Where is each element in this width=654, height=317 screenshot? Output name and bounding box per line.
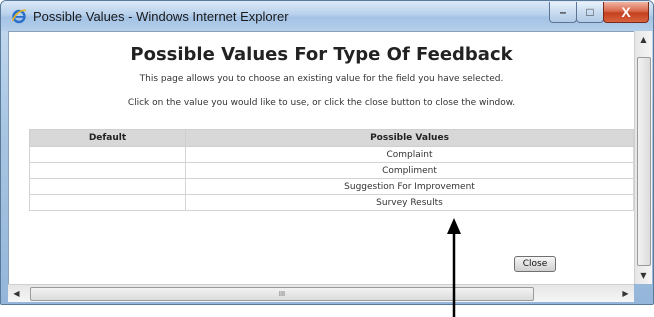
horizontal-scrollbar[interactable]: ◀ III ▶ — [8, 284, 634, 302]
vertical-scroll-thumb[interactable] — [637, 57, 651, 266]
value-link[interactable]: Complaint — [185, 146, 634, 163]
table-row[interactable]: Complaint — [29, 146, 634, 163]
scroll-right-icon[interactable]: ▶ — [617, 285, 634, 302]
scroll-left-icon[interactable]: ◀ — [8, 285, 25, 302]
window-close-button[interactable]: X — [603, 2, 649, 23]
table-header-row: Default Possible Values — [29, 129, 634, 147]
column-header-default: Default — [29, 129, 186, 147]
page-content: Possible Values For Type Of Feedback Thi… — [8, 31, 635, 285]
table-row[interactable]: Suggestion For Improvement — [29, 178, 634, 195]
value-link[interactable]: Suggestion For Improvement — [185, 178, 634, 195]
scroll-down-icon[interactable]: ▼ — [635, 267, 652, 284]
default-cell — [29, 146, 186, 163]
table-row[interactable]: Survey Results — [29, 194, 634, 211]
page-title: Possible Values For Type Of Feedback — [130, 44, 513, 65]
maximize-button[interactable]: □ — [576, 2, 604, 23]
minimize-button[interactable]: – — [549, 2, 577, 23]
maximize-icon: □ — [586, 5, 594, 19]
window-title: Possible Values - Windows Internet Explo… — [33, 9, 289, 24]
scroll-up-icon[interactable]: ▲ — [635, 31, 652, 48]
title-bar[interactable]: Possible Values - Windows Internet Explo… — [1, 1, 653, 31]
page-description: This page allows you to choose an existi… — [139, 74, 504, 84]
column-header-possible-values: Possible Values — [185, 129, 634, 147]
minimize-icon: – — [559, 5, 567, 19]
default-cell — [29, 162, 186, 179]
close-button[interactable]: Close — [514, 256, 556, 272]
possible-values-table: Default Possible Values Complaint Compli… — [29, 129, 634, 211]
internet-explorer-icon — [11, 9, 27, 24]
pointer-arrow-icon — [447, 218, 461, 317]
close-icon: X — [621, 4, 631, 20]
default-cell — [29, 178, 186, 195]
value-link[interactable]: Survey Results — [185, 194, 634, 211]
browser-window: Possible Values - Windows Internet Explo… — [0, 0, 654, 305]
default-cell — [29, 194, 186, 211]
page-instructions: Click on the value you would like to use… — [127, 98, 516, 108]
table-row[interactable]: Compliment — [29, 162, 634, 179]
value-link[interactable]: Compliment — [185, 162, 634, 179]
vertical-scrollbar[interactable]: ▲ ▼ — [634, 31, 652, 284]
